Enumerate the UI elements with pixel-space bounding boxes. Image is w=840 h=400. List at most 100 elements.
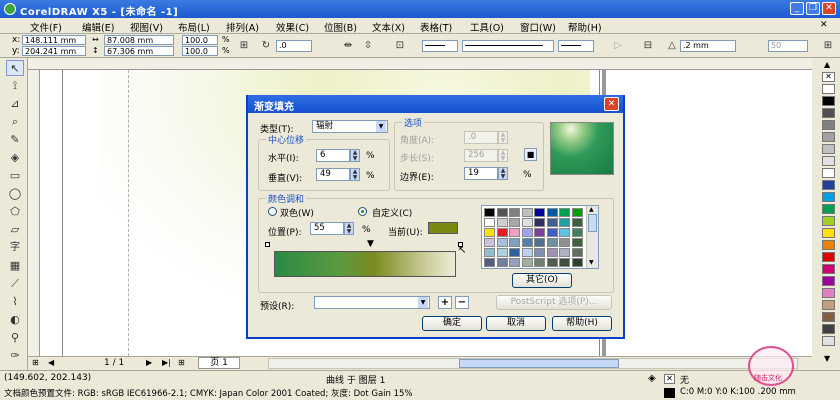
basic-shapes-icon[interactable]: ▱: [6, 222, 24, 238]
color-cell[interactable]: [546, 258, 558, 267]
page-tab[interactable]: 页 1: [198, 357, 240, 369]
color-cell[interactable]: [534, 238, 545, 247]
add-page-icon[interactable]: ⊞: [178, 358, 185, 367]
color-cell[interactable]: [496, 258, 508, 267]
color-cell[interactable]: [521, 248, 533, 257]
palette-swatch[interactable]: [822, 144, 835, 154]
angle-spinner[interactable]: ▲ ▼: [498, 131, 508, 144]
doc-close-icon[interactable]: ✕: [820, 20, 828, 30]
palette-swatch[interactable]: [822, 132, 835, 142]
shape-tool-icon[interactable]: ⟟: [6, 78, 24, 94]
grid-scroll-up-icon[interactable]: ▲: [589, 206, 594, 213]
color-cell[interactable]: [509, 228, 520, 237]
color-cell[interactable]: [534, 258, 545, 267]
color-cell[interactable]: [509, 208, 520, 217]
color-cell[interactable]: [571, 258, 583, 267]
palette-swatch[interactable]: [822, 288, 835, 298]
expand-icon[interactable]: ⊞: [820, 38, 836, 54]
position-spinner[interactable]: ▲ ▼: [344, 222, 354, 235]
presets-select[interactable]: ▼: [314, 296, 430, 309]
outline-swatch[interactable]: [664, 388, 675, 398]
outline-width-field[interactable]: .2 mm: [680, 40, 736, 52]
pick-tool-icon[interactable]: ↖: [6, 60, 24, 76]
menu-help[interactable]: 帮助(H): [568, 20, 602, 34]
palette-scroll-down-icon[interactable]: ▼: [824, 354, 830, 363]
palette-swatch[interactable]: [822, 252, 835, 262]
color-cell[interactable]: [509, 248, 520, 257]
maximize-button[interactable]: ❐: [806, 2, 820, 15]
color-cell[interactable]: [484, 238, 495, 247]
palette-swatch[interactable]: [822, 276, 835, 286]
parallel-dimension-icon[interactable]: ⟋: [6, 276, 24, 292]
palette-swatch[interactable]: [822, 228, 835, 238]
palette-swatch[interactable]: [822, 180, 835, 190]
vertical-input[interactable]: 49: [316, 168, 350, 181]
color-cell[interactable]: [571, 218, 583, 227]
rectangle-tool-icon[interactable]: ▭: [6, 168, 24, 184]
menu-edit[interactable]: 编辑(E): [82, 20, 114, 34]
color-cell[interactable]: [484, 208, 495, 217]
menu-arrange[interactable]: 排列(A): [226, 20, 259, 34]
color-cell[interactable]: [509, 258, 520, 267]
color-cell[interactable]: [496, 248, 508, 257]
color-cell[interactable]: [509, 218, 520, 227]
color-cell[interactable]: [484, 228, 495, 237]
color-cell[interactable]: [484, 258, 495, 267]
color-cell[interactable]: [571, 228, 583, 237]
menu-text[interactable]: 文本(X): [372, 20, 405, 34]
remove-preset-icon[interactable]: −: [455, 296, 469, 309]
connector-tool-icon[interactable]: ⌇: [6, 294, 24, 310]
palette-swatch[interactable]: [822, 264, 835, 274]
postscript-options-button[interactable]: PostScript 选项(P)...: [496, 295, 612, 310]
palette-swatch[interactable]: [822, 240, 835, 250]
two-color-radio[interactable]: [268, 207, 277, 216]
palette-swatch[interactable]: [822, 192, 835, 202]
palette-swatch[interactable]: [822, 300, 835, 310]
edge-pad-spinner[interactable]: ▲ ▼: [498, 167, 508, 180]
scale-y-field[interactable]: 100.0: [182, 46, 218, 56]
palette-swatch[interactable]: [822, 216, 835, 226]
palette-swatch[interactable]: [822, 312, 835, 322]
smart-fill-icon[interactable]: ◈: [6, 150, 24, 166]
color-cell[interactable]: [534, 228, 545, 237]
color-cell[interactable]: [559, 208, 570, 217]
grid-scroll-down-icon[interactable]: ▼: [589, 259, 594, 266]
color-cell[interactable]: [521, 218, 533, 227]
close-button[interactable]: ✕: [822, 2, 836, 15]
zoom-tool-icon[interactable]: ⌕: [6, 114, 24, 130]
outline-pen-icon[interactable]: ⊟: [640, 38, 656, 54]
color-cell[interactable]: [559, 248, 570, 257]
scroll-thumb[interactable]: [459, 359, 619, 368]
crop-tool-icon[interactable]: ⊿: [6, 96, 24, 112]
color-cell[interactable]: [521, 208, 533, 217]
color-cell[interactable]: [521, 228, 533, 237]
help-button[interactable]: 帮助(H): [552, 316, 612, 331]
palette-swatch[interactable]: [822, 168, 835, 178]
edge-pad-input[interactable]: 19: [464, 167, 498, 180]
convert-icon[interactable]: ⊡: [392, 38, 408, 54]
color-cell[interactable]: [559, 238, 570, 247]
color-cell[interactable]: [546, 228, 558, 237]
color-cell[interactable]: [484, 248, 495, 257]
ok-button[interactable]: 确定: [422, 316, 482, 331]
eyedropper-icon[interactable]: ⚲: [6, 330, 24, 346]
opacity-field[interactable]: 50: [768, 40, 808, 52]
start-node-icon[interactable]: [265, 242, 270, 247]
y-position-field[interactable]: 204.241 mm: [22, 46, 86, 56]
mirror-h-icon[interactable]: ⇹: [340, 38, 356, 54]
palette-swatch[interactable]: [822, 84, 835, 94]
color-cell[interactable]: [521, 258, 533, 267]
line-end-dropdown[interactable]: [558, 40, 594, 52]
palette-grid-scrollbar[interactable]: ▲ ▼: [586, 206, 598, 268]
color-cell[interactable]: [571, 238, 583, 247]
next-page-icon[interactable]: ▶: [146, 358, 152, 367]
ellipse-tool-icon[interactable]: ◯: [6, 186, 24, 202]
stop-marker-icon[interactable]: ▼: [367, 239, 374, 249]
color-cell[interactable]: [534, 218, 545, 227]
menu-window[interactable]: 窗口(W): [520, 20, 556, 34]
color-cell[interactable]: [496, 238, 508, 247]
palette-swatch[interactable]: [822, 324, 835, 334]
type-select[interactable]: 辐射 ▼: [312, 120, 388, 133]
last-page-icon[interactable]: ▶|: [162, 358, 171, 367]
color-cell[interactable]: [571, 248, 583, 257]
